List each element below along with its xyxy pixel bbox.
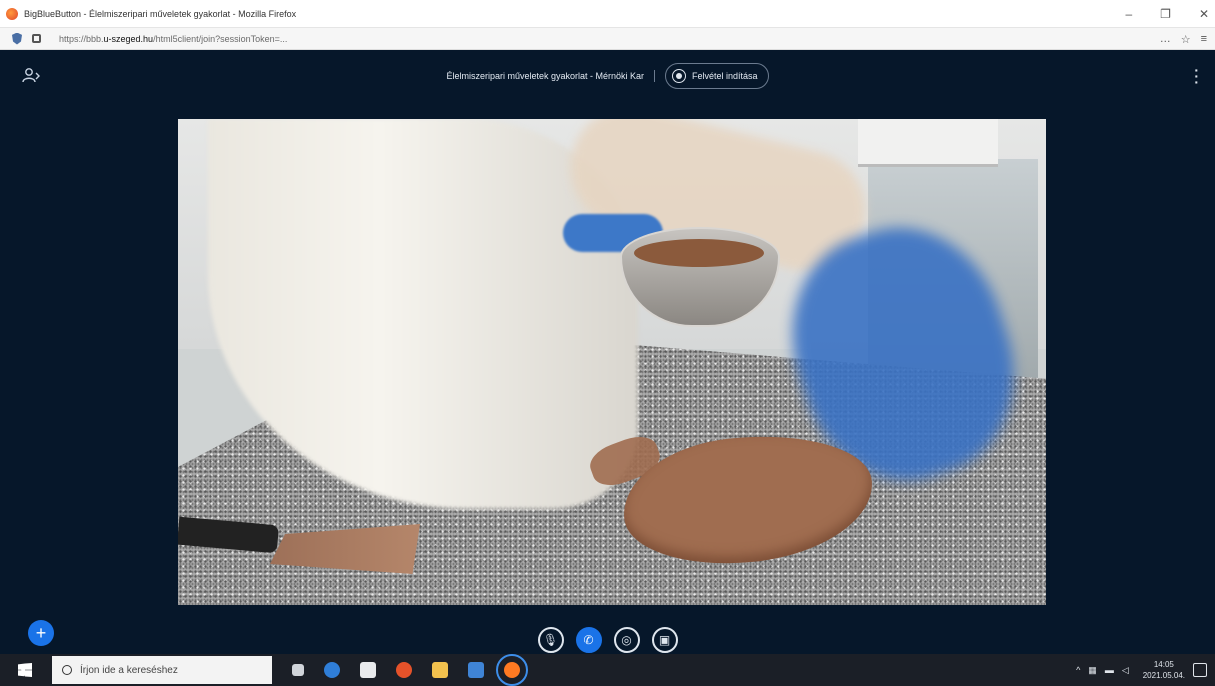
lock-icon[interactable] [32, 34, 41, 43]
task-view-icon[interactable] [292, 664, 304, 676]
taskbar-clock[interactable]: 14:05 2021.05.04. [1143, 659, 1185, 681]
camera-icon: ◎ [621, 633, 632, 647]
window-title: BigBlueButton - Élelmiszeripari művelete… [24, 8, 297, 19]
mic-icon: 🎙 [542, 633, 559, 647]
chevron-up-icon[interactable]: ^ [1076, 665, 1080, 675]
bbb-app: Élelmiszeripari műveletek gyakorlat - Mé… [0, 51, 1215, 654]
url-prefix: https://bbb. [59, 33, 104, 44]
menu-icon[interactable]: ≡ [1201, 33, 1207, 45]
mute-mic-button[interactable]: 🎙 [537, 627, 564, 653]
outlook-icon[interactable] [468, 662, 484, 678]
header-divider [654, 70, 656, 82]
url-path: /html5client/join?sessionToken=... [153, 33, 288, 44]
volume-icon[interactable]: ◁ [1122, 665, 1129, 676]
edge-icon[interactable] [324, 662, 340, 678]
record-button[interactable]: Felvétel indítása [665, 63, 769, 89]
share-webcam-button[interactable]: ◎ [613, 627, 640, 653]
screen-icon: ▣ [658, 633, 671, 647]
taskbar-search-box[interactable]: Írjon ide a kereséshez [52, 656, 272, 684]
battery-icon[interactable]: ▬ [1105, 665, 1114, 675]
share-screen-button[interactable]: ▣ [651, 627, 678, 653]
bookmark-star-icon[interactable]: ☆ [1181, 33, 1191, 46]
store-icon[interactable] [360, 662, 376, 678]
maximize-button[interactable]: ❐ [1160, 7, 1171, 21]
options-kebab-icon[interactable]: · · · [1194, 63, 1199, 89]
network-icon[interactable]: ▦ [1088, 665, 1097, 676]
media-controls: 🎙 ✆ ◎ ▣ [0, 627, 1215, 653]
notification-center-icon[interactable] [1193, 663, 1207, 677]
webcam-video [178, 119, 1046, 605]
clock-date: 2021.05.04. [1142, 671, 1185, 680]
browser-title-bar: BigBlueButton - Élelmiszeripari művelete… [0, 0, 1215, 28]
firefox-icon[interactable] [496, 654, 528, 686]
taskbar-apps [292, 654, 528, 686]
video-machine [858, 119, 998, 167]
search-placeholder: Írjon ide a kereséshez [80, 664, 178, 676]
url-text[interactable]: https://bbb.u-szeged.hu/html5client/join… [59, 34, 287, 44]
system-tray: ^ ▦ ▬ ◁ 14:05 2021.05.04. [1076, 654, 1185, 686]
clock-time: 14:05 [1153, 660, 1174, 669]
file-explorer-icon[interactable] [432, 662, 448, 678]
browser-toolbar: … ☆ ≡ [1160, 28, 1207, 50]
meeting-header: Élelmiszeripari műveletek gyakorlat - Mé… [0, 63, 1215, 89]
address-bar[interactable]: https://bbb.u-szeged.hu/html5client/join… [0, 28, 1215, 50]
record-label: Felvétel indítása [692, 71, 758, 81]
minimize-button[interactable]: – [1125, 7, 1132, 21]
leave-audio-button[interactable]: ✆ [575, 627, 602, 653]
close-button[interactable]: ✕ [1199, 7, 1209, 21]
meeting-title: Élelmiszeripari műveletek gyakorlat - Mé… [446, 71, 645, 81]
search-icon [62, 665, 72, 675]
windows-start-icon[interactable] [18, 663, 32, 677]
windows-taskbar: Írjon ide a kereséshez ^ ▦ ▬ ◁ 14:05 202… [0, 654, 1215, 686]
firefox-favicon-icon [6, 7, 18, 20]
record-icon [672, 69, 687, 83]
page-actions-icon[interactable]: … [1160, 33, 1171, 45]
window-controls: – ❐ ✕ [1125, 0, 1209, 28]
phone-icon: ✆ [583, 633, 594, 647]
url-domain: u-szeged.hu [103, 33, 154, 44]
office-icon[interactable] [396, 662, 412, 678]
tracking-shield-icon[interactable] [12, 32, 22, 45]
